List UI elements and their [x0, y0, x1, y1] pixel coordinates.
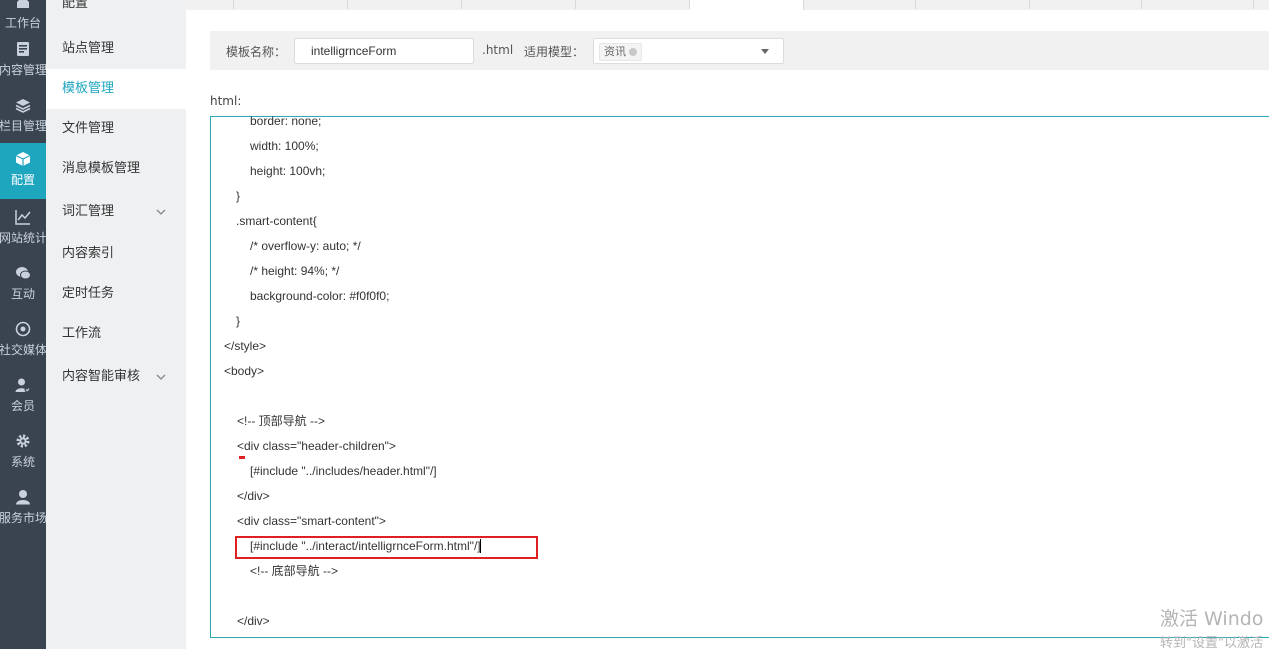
code-line: }	[236, 189, 241, 203]
rail-item-statistics[interactable]: 网站统计	[0, 201, 46, 257]
code-line: background-color: #f0f0f0;	[250, 289, 390, 303]
text-cursor	[480, 539, 481, 553]
code-line: border: none;	[250, 114, 322, 128]
model-tag-label: 资讯	[604, 45, 626, 58]
activation-watermark-title: 激活 Windo	[1160, 608, 1264, 630]
tab[interactable]	[234, 0, 348, 9]
submenu-item-label: 词汇管理	[62, 204, 115, 219]
model-tag: 资讯	[599, 43, 642, 61]
rail-item-label: 栏目管理	[0, 119, 46, 133]
model-select[interactable]: 资讯	[593, 38, 784, 64]
rail-item-config[interactable]: 配置	[0, 143, 46, 199]
template-form-row: 模板名称： .html 适用模型： 资讯	[210, 31, 1269, 70]
line-chart-icon	[0, 209, 46, 227]
submenu-item-site[interactable]: 站点管理	[46, 29, 186, 69]
code-line: <!-- 顶部导航 -->	[237, 414, 326, 428]
submenu-title: 配置	[62, 0, 89, 11]
gear-icon	[0, 433, 46, 451]
code-line: <body>	[224, 364, 265, 378]
code-line: </div>	[237, 489, 270, 503]
annotation-mark	[239, 456, 245, 459]
submenu-item-template[interactable]: 模板管理	[46, 69, 186, 109]
code-line: <!-- 底部导航 -->	[250, 564, 339, 578]
home-icon	[0, 0, 46, 12]
rail-item-label: 服务市场	[0, 511, 46, 525]
tab[interactable]	[462, 0, 576, 9]
tab[interactable]	[804, 0, 916, 9]
annotation-highlight-box	[235, 536, 538, 559]
rail-item-label: 社交媒体	[0, 343, 46, 357]
submenu-item-vocabulary[interactable]: 词汇管理	[46, 192, 186, 232]
code-line: </style>	[224, 339, 267, 353]
tab[interactable]	[348, 0, 462, 9]
rail-item-label: 配置	[10, 173, 36, 187]
rail-item-social[interactable]: 社交媒体	[0, 313, 46, 369]
main-nav-rail: 工作台 内容管理 栏目管理 配置 网站统计 互动 社交媒体 会员 系统 服务市场	[0, 0, 46, 649]
rail-item-market[interactable]: 服务市场	[0, 481, 46, 537]
rail-item-content[interactable]: 内容管理	[0, 33, 46, 89]
code-line: </div>	[237, 614, 270, 628]
submenu-item-label: 内容智能审核	[62, 369, 141, 384]
submenu-item-smart-review[interactable]: 内容智能审核	[46, 357, 186, 397]
person-icon	[0, 489, 46, 507]
cube-icon	[0, 151, 46, 169]
document-icon	[0, 41, 46, 59]
code-line: height: 100vh;	[250, 164, 326, 178]
user-check-icon	[0, 377, 46, 395]
tab[interactable]	[210, 0, 234, 9]
submenu-item-workflow[interactable]: 工作流	[46, 314, 186, 354]
rail-item-label: 互动	[10, 287, 36, 301]
chevron-down-icon	[156, 209, 166, 215]
caret-down-icon	[761, 49, 769, 54]
html-code-editor[interactable]	[210, 116, 1269, 638]
submenu-item-message-template[interactable]: 消息模板管理	[46, 149, 186, 189]
rail-item-member[interactable]: 会员	[0, 369, 46, 425]
template-name-label: 模板名称：	[226, 45, 287, 59]
rail-item-label: 内容管理	[0, 63, 46, 77]
chevron-down-icon	[156, 374, 166, 380]
code-line: [#include "../includes/header.html"/]	[250, 464, 437, 478]
tab[interactable]	[1142, 0, 1254, 9]
submenu-item-content-index[interactable]: 内容索引	[46, 234, 186, 274]
model-label: 适用模型：	[524, 45, 585, 59]
template-suffix: .html	[482, 43, 514, 57]
code-line: .smart-content{	[236, 214, 317, 228]
activation-watermark-subtitle: 转到"设置"以激活	[1160, 636, 1263, 651]
code-line: }	[236, 314, 241, 328]
code-line: /* height: 94%; */	[250, 264, 340, 278]
rail-item-label: 会员	[10, 399, 36, 413]
rail-item-system[interactable]: 系统	[0, 425, 46, 481]
tag-remove-icon[interactable]	[629, 48, 637, 56]
tab-active[interactable]	[690, 0, 804, 10]
code-line: width: 100%;	[250, 139, 319, 153]
submenu-item-scheduled-task[interactable]: 定时任务	[46, 274, 186, 314]
rail-item-label: 系统	[10, 455, 36, 469]
code-line: <div class="header-children">	[237, 439, 396, 453]
submenu-item-file[interactable]: 文件管理	[46, 109, 186, 149]
html-label: html:	[210, 94, 242, 108]
rail-item-interaction[interactable]: 互动	[0, 257, 46, 313]
layers-icon	[0, 97, 46, 115]
tab-strip	[186, 0, 1269, 10]
template-name-input[interactable]	[294, 38, 474, 64]
sub-menu: 配置 站点管理 模板管理 文件管理 消息模板管理 词汇管理 内容索引 定时任务 …	[46, 0, 186, 649]
chat-icon	[0, 265, 46, 283]
tab[interactable]	[916, 0, 1030, 9]
rail-item-column[interactable]: 栏目管理	[0, 89, 46, 145]
code-line: <div class="smart-content">	[237, 514, 386, 528]
rail-item-label: 网站统计	[0, 231, 46, 245]
code-line: /* overflow-y: auto; */	[250, 239, 361, 253]
tab[interactable]	[1030, 0, 1142, 9]
tab[interactable]	[576, 0, 690, 9]
target-icon	[0, 321, 46, 339]
rail-item-label: 工作台	[4, 16, 42, 30]
